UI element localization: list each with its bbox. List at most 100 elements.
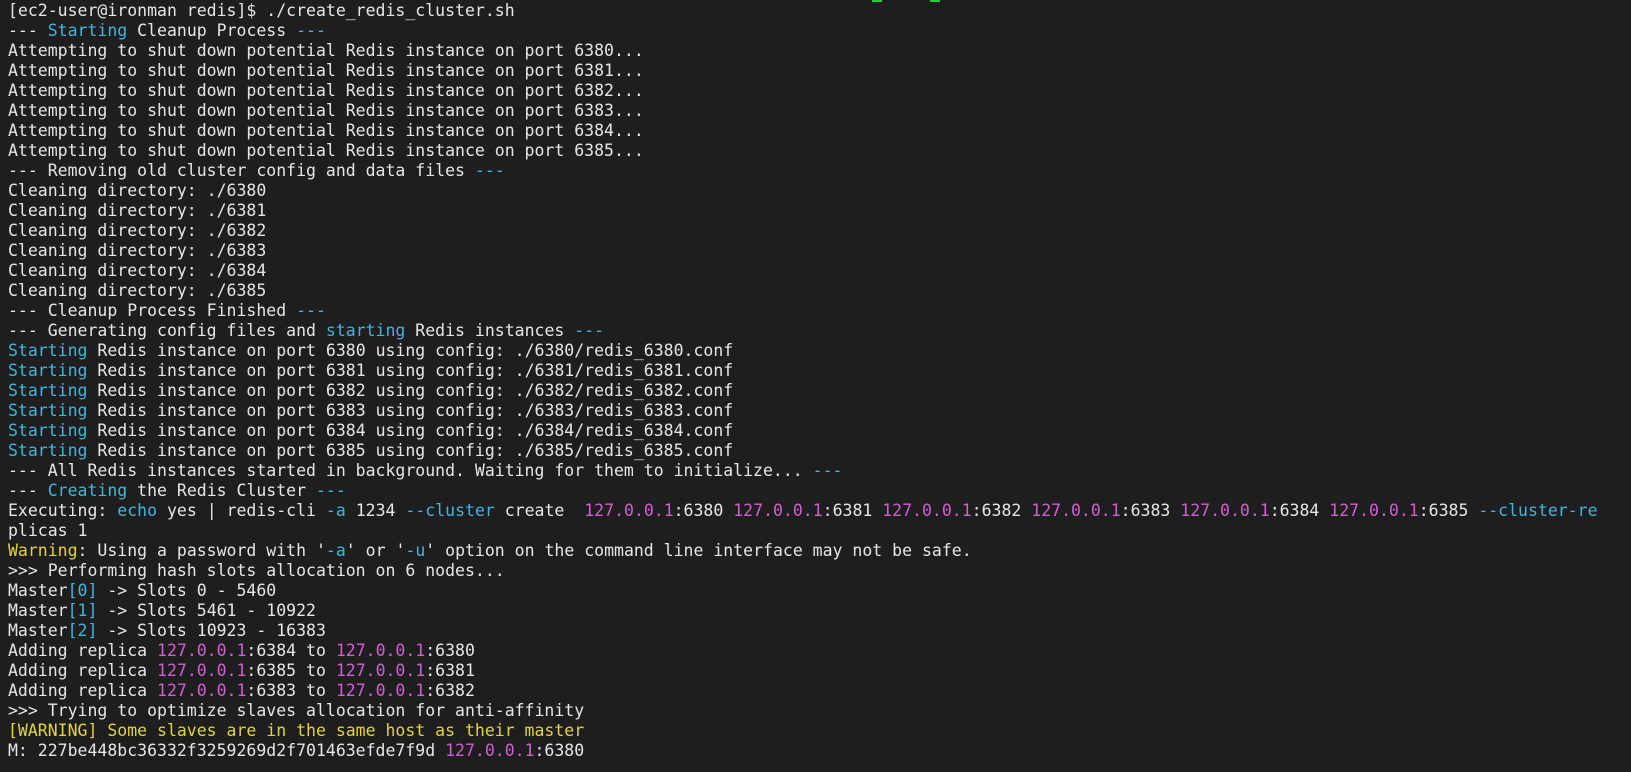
terminal-text-segment: echo [117, 501, 158, 520]
top-edge-artifact [872, 0, 882, 2]
terminal-line: Cleaning directory: ./6385 [8, 281, 1631, 301]
terminal-text-segment: >>> Performing hash slots allocation on … [8, 561, 505, 580]
terminal-text-segment: Attempting to shut down potential Redis … [8, 41, 644, 60]
terminal-text-segment: Redis instance on port 6380 using config… [87, 341, 734, 360]
terminal-text-segment: Redis instance on port 6384 using config… [87, 421, 734, 440]
terminal-line: --- All Redis instances started in backg… [8, 461, 1631, 481]
terminal-text-segment: --- [296, 21, 326, 40]
terminal-line: Attempting to shut down potential Redis … [8, 141, 1631, 161]
terminal-line: --- Cleanup Process Finished --- [8, 301, 1631, 321]
terminal-line: Adding replica 127.0.0.1:6383 to 127.0.0… [8, 681, 1631, 701]
terminal-text-segment: Redis instances [405, 321, 575, 340]
terminal-line: Starting Redis instance on port 6385 usi… [8, 441, 1631, 461]
terminal-text-segment: Redis instance on port 6382 using config… [87, 381, 734, 400]
terminal-line: Starting Redis instance on port 6383 usi… [8, 401, 1631, 421]
terminal-line: Cleaning directory: ./6384 [8, 261, 1631, 281]
terminal-text-segment: Redis instance on port 6381 using config… [87, 361, 734, 380]
terminal-line: Starting Redis instance on port 6384 usi… [8, 421, 1631, 441]
terminal-text-segment: -> Slots 10923 - 16383 [97, 621, 326, 640]
top-edge-artifact [930, 0, 940, 2]
terminal-line: Starting Redis instance on port 6380 usi… [8, 341, 1631, 361]
terminal-text-segment: Adding replica [8, 661, 158, 680]
terminal-text-segment: --- [8, 481, 48, 500]
terminal-text-segment: 1234 [345, 501, 406, 520]
terminal-line: --- Generating config files and starting… [8, 321, 1631, 341]
terminal-line: Master[2] -> Slots 10923 - 16383 [8, 621, 1631, 641]
terminal-text-segment: 127.0.0.1 [335, 681, 426, 700]
terminal-text-segment: 127.0.0.1 [733, 501, 823, 520]
terminal-text-segment: [1] [67, 601, 98, 620]
terminal-text-segment: -a [325, 541, 346, 560]
terminal-text-segment: 127.0.0.1 [584, 501, 674, 520]
terminal-text-segment: 127.0.0.1 [335, 661, 426, 680]
terminal-text-segment: Starting [8, 421, 88, 440]
terminal-text-segment: --- Generating config files and [8, 321, 326, 340]
terminal-text-segment: [0] [67, 581, 98, 600]
terminal-text-segment: -> Slots 0 - 5460 [97, 581, 277, 600]
terminal-text-segment: Cleaning directory: ./6383 [8, 241, 267, 260]
terminal-text-segment: Master [8, 601, 68, 620]
terminal-line: Master[1] -> Slots 5461 - 10922 [8, 601, 1631, 621]
terminal-text-segment: Creating [47, 481, 128, 500]
terminal-line: Adding replica 127.0.0.1:6385 to 127.0.0… [8, 661, 1631, 681]
terminal-text-segment: :6384 [1269, 501, 1330, 520]
terminal-text-segment: Starting [8, 381, 88, 400]
terminal-text-segment: Cleaning directory: ./6385 [8, 281, 267, 300]
terminal-text-segment: :6385 [1418, 501, 1479, 520]
terminal-text-segment: -u [405, 541, 426, 560]
terminal-text-segment: -> Slots 5461 - 10922 [97, 601, 316, 620]
terminal-text-segment: --- [315, 481, 346, 500]
terminal-line: Warning: Using a password with '-a' or '… [8, 541, 1631, 561]
terminal-line: plicas 1 [8, 521, 1631, 541]
terminal-text-segment: create [494, 501, 585, 520]
terminal-text-segment: Attempting to shut down potential Redis … [8, 121, 644, 140]
terminal-line: Cleaning directory: ./6381 [8, 201, 1631, 221]
terminal-text-segment: :6380 [534, 741, 585, 760]
terminal-text-segment: yes | redis-cli [157, 501, 326, 520]
terminal-line: M: 227be448bc36332f3259269d2f701463efde7… [8, 741, 1631, 761]
terminal-text-segment: --- [8, 21, 48, 40]
terminal-text-segment: Cleanup Process [127, 21, 297, 40]
terminal-text-segment: [2] [67, 621, 98, 640]
terminal-text-segment: Executing: [8, 501, 118, 520]
terminal-text-segment: ' or ' [345, 541, 406, 560]
terminal-line: --- Creating the Redis Cluster --- [8, 481, 1631, 501]
terminal-text-segment: Adding replica [8, 641, 158, 660]
terminal-text-segment: :6381 [425, 661, 475, 680]
terminal-line: --- Removing old cluster config and data… [8, 161, 1631, 181]
terminal-text-segment: :6380 [673, 501, 734, 520]
terminal-text-segment: 127.0.0.1 [445, 741, 535, 760]
terminal-text-segment: the Redis Cluster [127, 481, 316, 500]
terminal-line: Starting Redis instance on port 6382 usi… [8, 381, 1631, 401]
terminal-line: Adding replica 127.0.0.1:6384 to 127.0.0… [8, 641, 1631, 661]
terminal-text-segment: Attempting to shut down potential Redis … [8, 101, 644, 120]
terminal-line: --- Starting Cleanup Process --- [8, 21, 1631, 41]
terminal-line: Attempting to shut down potential Redis … [8, 41, 1631, 61]
terminal-text-segment: --- All Redis instances started in backg… [8, 461, 813, 480]
terminal-output[interactable]: [ec2-user@ironman redis]$ ./create_redis… [0, 0, 1631, 772]
terminal-line: Attempting to shut down potential Redis … [8, 121, 1631, 141]
terminal-line: >>> Trying to optimize slaves allocation… [8, 701, 1631, 721]
terminal-text-segment: 127.0.0.1 [157, 681, 247, 700]
terminal-text-segment: Cleaning directory: ./6382 [8, 221, 267, 240]
terminal-text-segment: 127.0.0.1 [1031, 501, 1121, 520]
terminal-text-segment: starting [325, 321, 406, 340]
terminal-text-segment: >>> Trying to optimize slaves allocation… [8, 701, 585, 720]
terminal-text-segment: Warning [8, 541, 78, 560]
terminal-text-segment: 127.0.0.1 [1329, 501, 1419, 520]
terminal-text-segment: Cleaning directory: ./6381 [8, 201, 267, 220]
terminal-text-segment: Starting [8, 441, 88, 460]
terminal-text-segment: Cleaning directory: ./6384 [8, 261, 267, 280]
terminal-text-segment: 127.0.0.1 [157, 661, 247, 680]
terminal-text-segment: Starting [8, 401, 88, 420]
terminal-text-segment: Redis instance on port 6385 using config… [87, 441, 734, 460]
terminal-text-segment: Attempting to shut down potential Redis … [8, 81, 644, 100]
terminal-text-segment: 127.0.0.1 [882, 501, 972, 520]
terminal-text-segment: --- [474, 161, 505, 180]
terminal-text-segment: 127.0.0.1 [157, 641, 247, 660]
terminal-line: Starting Redis instance on port 6381 usi… [8, 361, 1631, 381]
terminal-text-segment: Attempting to shut down potential Redis … [8, 61, 644, 80]
terminal-line: [ec2-user@ironman redis]$ ./create_redis… [8, 1, 1631, 21]
terminal-text-segment: Attempting to shut down potential Redis … [8, 141, 644, 160]
terminal-line: Cleaning directory: ./6383 [8, 241, 1631, 261]
